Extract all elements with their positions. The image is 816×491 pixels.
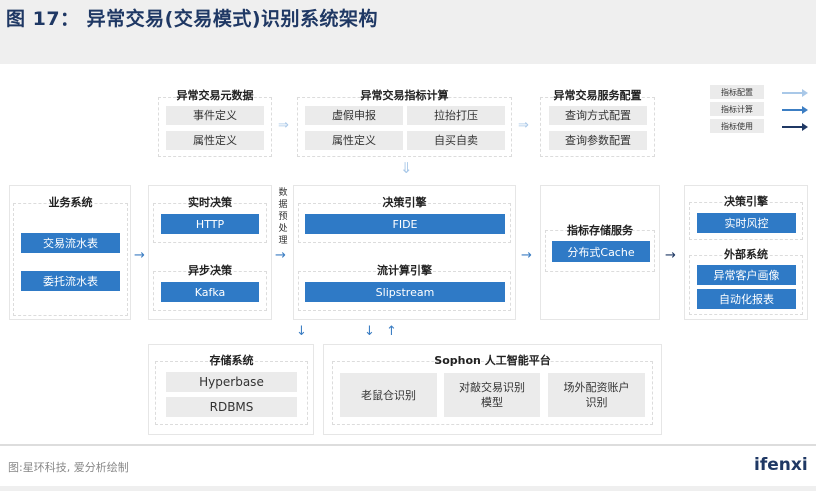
arrow-right-icon: → bbox=[275, 248, 286, 263]
kafka-item: Kafka bbox=[161, 282, 259, 302]
divider bbox=[0, 444, 816, 446]
arrow-right-dark-icon: → bbox=[665, 248, 676, 263]
arrow-up-icon: ↑ bbox=[386, 324, 397, 339]
double-arrow-down-icon: ⇓ bbox=[400, 159, 413, 177]
fide-item: FIDE bbox=[305, 214, 505, 234]
service-item: 查询参数配置 bbox=[549, 131, 647, 150]
arrow-right-icon: → bbox=[134, 248, 145, 263]
sophon-item: 场外配资账户识别 bbox=[548, 373, 645, 417]
slipstream-item: Slipstream bbox=[305, 282, 505, 302]
calc-item: 拉抬打压 bbox=[407, 106, 505, 125]
sophon-item: 老鼠仓识别 bbox=[340, 373, 437, 417]
stream-engine-title: 流计算引擎 bbox=[377, 264, 432, 277]
metadata-item: 属性定义 bbox=[166, 131, 264, 150]
decision-engine-title: 决策引擎 bbox=[382, 196, 427, 209]
store-title: 存储系统 bbox=[209, 354, 254, 367]
legend-arrow-icon bbox=[782, 123, 808, 131]
preprocess-label: 数据预处理 bbox=[278, 188, 288, 246]
metadata-item: 事件定义 bbox=[166, 106, 264, 125]
legend-arrow-icon bbox=[782, 89, 808, 97]
service-title: 异常交易服务配置 bbox=[553, 89, 642, 102]
risk-item: 实时风控 bbox=[697, 213, 796, 233]
sophon-item: 对敲交易识别模型 bbox=[444, 373, 540, 417]
double-arrow-right-icon: ⇒ bbox=[518, 118, 529, 133]
async-title: 异步决策 bbox=[188, 264, 232, 277]
sophon-title: Sophon 人工智能平台 bbox=[434, 354, 551, 367]
http-item: HTTP bbox=[161, 214, 259, 234]
calc-item: 自买自卖 bbox=[407, 131, 505, 150]
double-arrow-right-icon: ⇒ bbox=[278, 118, 289, 133]
calc-item: 虚假申报 bbox=[305, 106, 403, 125]
output-decision-title: 决策引擎 bbox=[724, 195, 768, 208]
arrow-right-icon: → bbox=[521, 248, 532, 263]
legend-arrow-icon bbox=[782, 106, 808, 114]
external-title: 外部系统 bbox=[724, 248, 768, 261]
service-item: 查询方式配置 bbox=[549, 106, 647, 125]
store-item: RDBMS bbox=[166, 397, 297, 417]
figure-title: 图 17： 异常交易(交易模式)识别系统架构 bbox=[6, 8, 379, 30]
arrow-down-icon: ↓ bbox=[296, 324, 307, 339]
legend-calc: 指标计算 bbox=[710, 102, 764, 116]
business-item: 交易流水表 bbox=[21, 233, 120, 253]
storage-service-title: 指标存储服务 bbox=[567, 224, 633, 237]
source-note: 图:星环科技, 爱分析绘制 bbox=[8, 461, 129, 474]
business-group bbox=[13, 203, 128, 316]
realtime-title: 实时决策 bbox=[188, 196, 232, 209]
calc-title: 异常交易指标计算 bbox=[360, 89, 449, 102]
cache-item: 分布式Cache bbox=[552, 241, 650, 262]
metadata-title: 异常交易元数据 bbox=[176, 89, 254, 102]
business-item: 委托流水表 bbox=[21, 271, 120, 291]
calc-item: 属性定义 bbox=[305, 131, 403, 150]
store-item: Hyperbase bbox=[166, 372, 297, 392]
external-item: 自动化报表 bbox=[697, 289, 796, 309]
ifenxi-logo: ifenxi bbox=[754, 455, 808, 475]
legend-use: 指标使用 bbox=[710, 119, 764, 133]
arrow-down-icon: ↓ bbox=[364, 324, 375, 339]
external-item: 异常客户画像 bbox=[697, 265, 796, 285]
legend-config: 指标配置 bbox=[710, 85, 764, 99]
business-title: 业务系统 bbox=[48, 196, 93, 209]
